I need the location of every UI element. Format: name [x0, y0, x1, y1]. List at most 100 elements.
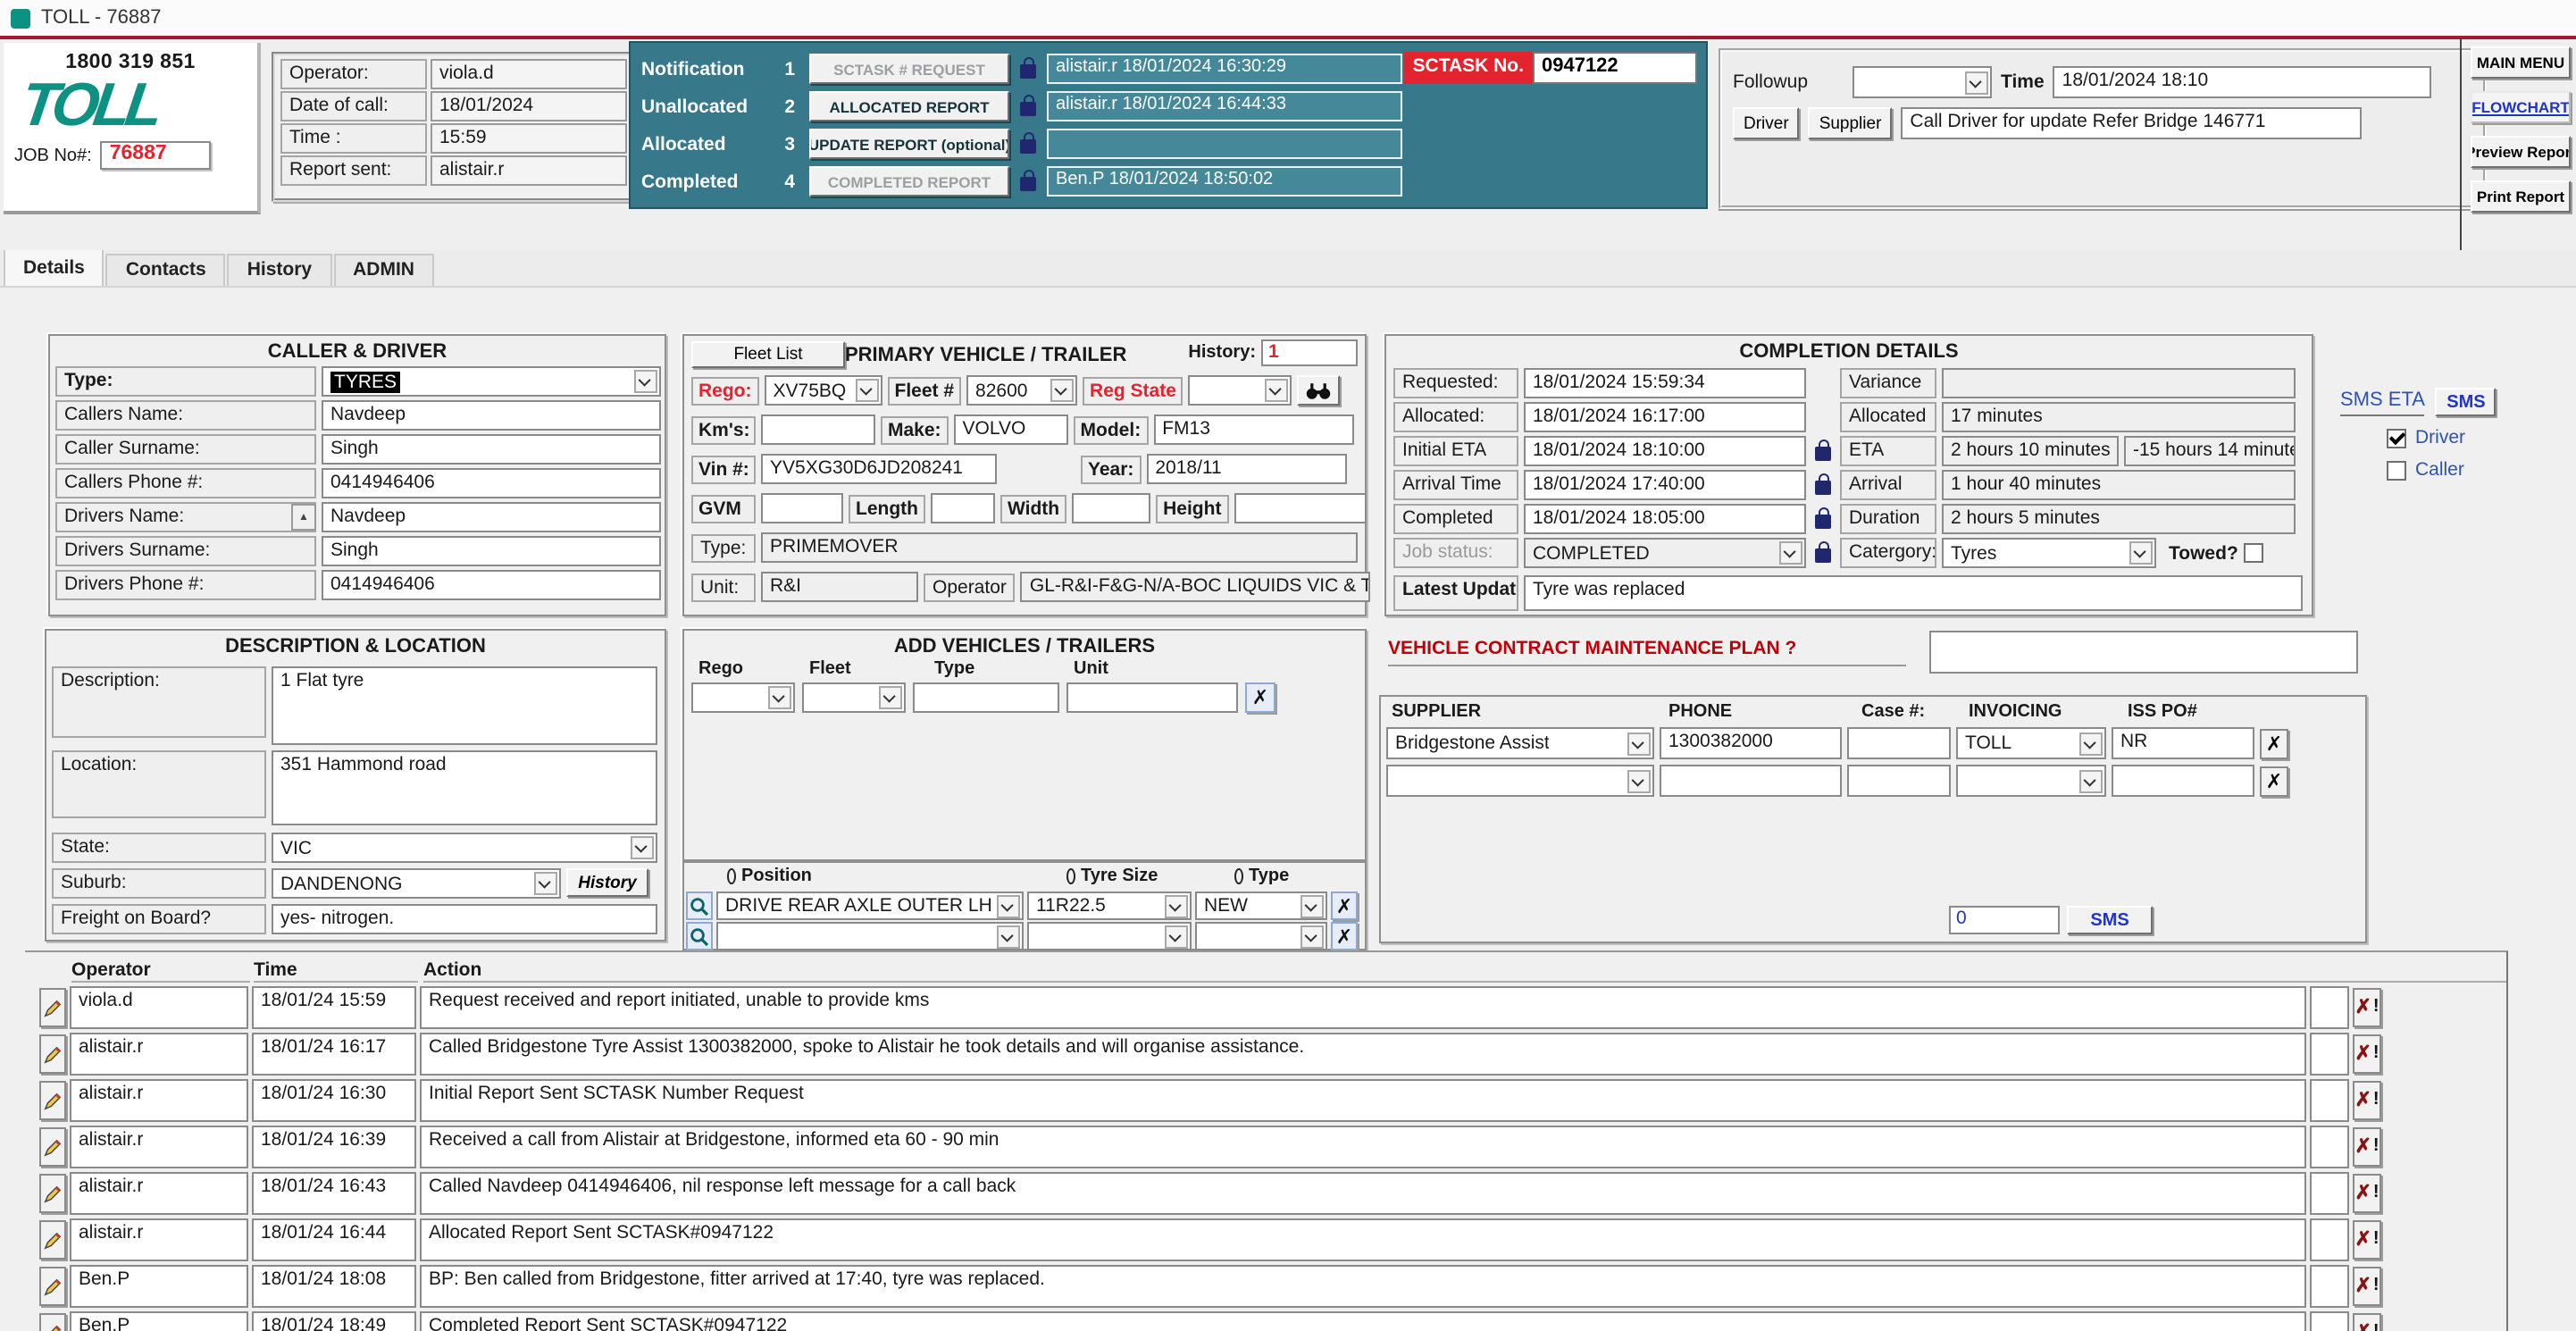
edit-row-button[interactable]: [39, 1220, 66, 1260]
supplier-phone-field[interactable]: [1660, 765, 1842, 797]
chevron-down-icon[interactable]: [1301, 894, 1324, 917]
chevron-down-icon[interactable]: [2079, 732, 2103, 755]
job-status-select[interactable]: COMPLETED: [1524, 538, 1806, 568]
chevron-down-icon[interactable]: [879, 686, 902, 709]
addv-delete-button[interactable]: ✗: [1245, 682, 1275, 713]
callers-phone-field[interactable]: 0414946406: [322, 468, 661, 498]
chevron-down-icon[interactable]: [856, 379, 879, 402]
delete-row-button[interactable]: ✗!: [2353, 988, 2381, 1027]
maintenance-plan-field[interactable]: [1929, 631, 2358, 674]
completed-field[interactable]: 18/01/2024 18:05:00: [1524, 504, 1806, 534]
followup-supplier-button[interactable]: Supplier: [1809, 107, 1893, 139]
iss-po-field[interactable]: NR: [2112, 727, 2254, 759]
category-select[interactable]: Tyres: [1942, 538, 2156, 568]
tyre-size-select[interactable]: 11R22.5: [1027, 892, 1192, 920]
addv-type-field[interactable]: [913, 682, 1059, 713]
length-field[interactable]: [931, 493, 995, 523]
allocated-field[interactable]: 18/01/2024 16:17:00: [1524, 402, 1806, 432]
sms-driver-checkbox[interactable]: [2387, 428, 2406, 448]
flowchart-link[interactable]: FLOWCHART: [2471, 91, 2571, 123]
invoicing-select[interactable]: [1956, 765, 2106, 797]
find-vehicle-button[interactable]: [1298, 375, 1341, 406]
followup-driver-button[interactable]: Driver: [1733, 107, 1800, 139]
update-report-button[interactable]: UPDATE REPORT (optional): [809, 129, 1009, 159]
sms-caller-checkbox[interactable]: [2387, 460, 2406, 480]
sms-count-field[interactable]: 0: [1949, 906, 2060, 934]
supplier-phone-field[interactable]: 1300382000: [1660, 727, 1842, 759]
supplier-sms-button[interactable]: SMS: [2067, 906, 2153, 934]
suburb-select[interactable]: DANDENONG: [272, 868, 561, 899]
edit-row-button[interactable]: [39, 1174, 66, 1213]
chevron-down-icon[interactable]: [631, 836, 654, 859]
tyre-delete-button[interactable]: ✗: [1331, 892, 1358, 920]
chevron-down-icon[interactable]: [2129, 541, 2153, 565]
arrival-time-field[interactable]: 18/01/2024 17:40:00: [1524, 470, 1806, 500]
edit-row-button[interactable]: [39, 1127, 66, 1167]
requested-field[interactable]: 18/01/2024 15:59:34: [1524, 368, 1806, 398]
addv-rego-select[interactable]: [691, 682, 795, 713]
chevron-down-icon[interactable]: [2079, 769, 2103, 792]
invoicing-select[interactable]: TOLL: [1956, 727, 2106, 759]
suburb-history-button[interactable]: History: [566, 868, 648, 897]
make-field[interactable]: VOLVO: [954, 414, 1068, 445]
callers-name-field[interactable]: Navdeep: [322, 400, 661, 431]
tyre-delete-button[interactable]: ✗: [1331, 922, 1358, 950]
followup-note-field[interactable]: Call Driver for update Refer Bridge 1467…: [1901, 107, 2362, 139]
kms-field[interactable]: [761, 414, 875, 445]
chevron-down-icon[interactable]: [1965, 71, 1988, 94]
chevron-down-icon[interactable]: [768, 686, 791, 709]
tab-details[interactable]: Details: [4, 248, 105, 286]
completed-report-button[interactable]: COMPLETED REPORT: [809, 166, 1009, 197]
type-select[interactable]: TYRES: [322, 366, 661, 397]
delete-row-button[interactable]: ✗!: [2353, 1313, 2381, 1331]
reg-state-select[interactable]: [1189, 375, 1292, 406]
chevron-down-icon[interactable]: [997, 894, 1020, 917]
job-number-field[interactable]: 76887: [101, 141, 212, 170]
drivers-name-field[interactable]: Navdeep: [322, 502, 661, 532]
main-menu-button[interactable]: MAIN MENU: [2471, 46, 2571, 79]
drivers-surname-field[interactable]: Singh: [322, 536, 661, 566]
drivers-phone-field[interactable]: 0414946406: [322, 570, 661, 600]
location-field[interactable]: 351 Hammond road: [272, 750, 657, 825]
edit-row-button[interactable]: [39, 1034, 66, 1074]
caller-surname-field[interactable]: Singh: [322, 434, 661, 465]
year-field[interactable]: 2018/11: [1146, 454, 1346, 484]
sctask-number-field[interactable]: 0947122: [1533, 52, 1697, 84]
model-field[interactable]: FM13: [1153, 414, 1353, 445]
latest-update-field[interactable]: Tyre was replaced: [1524, 575, 2303, 611]
chevron-down-icon[interactable]: [1050, 379, 1074, 402]
sctask-request-button[interactable]: SCTASK # REQUEST: [809, 54, 1009, 84]
tab-admin[interactable]: ADMIN: [333, 254, 434, 286]
preview-report-button[interactable]: Preview Report: [2471, 136, 2571, 168]
fleet-list-button[interactable]: Fleet List: [691, 341, 845, 368]
chevron-down-icon[interactable]: [997, 925, 1020, 948]
delete-row-button[interactable]: ✗!: [2353, 1220, 2381, 1260]
tyre-search-button[interactable]: [686, 922, 713, 950]
description-field[interactable]: 1 Flat tyre: [272, 666, 657, 745]
supplier-select[interactable]: Bridgestone Assist: [1386, 727, 1654, 759]
sms-button[interactable]: SMS: [2436, 388, 2497, 416]
supplier-case-field[interactable]: [1847, 727, 1951, 759]
tyre-position-select[interactable]: [716, 922, 1024, 950]
addv-unit-field[interactable]: [1066, 682, 1238, 713]
height-field[interactable]: [1234, 493, 1366, 523]
chevron-down-icon[interactable]: [1165, 925, 1188, 948]
tyre-type-select[interactable]: [1195, 922, 1327, 950]
state-select[interactable]: VIC: [272, 833, 657, 863]
supplier-delete-button[interactable]: ✗: [2260, 766, 2288, 796]
chevron-down-icon[interactable]: [1266, 379, 1289, 402]
gvm-field[interactable]: [761, 493, 843, 523]
chevron-down-icon[interactable]: [534, 872, 557, 895]
delete-row-button[interactable]: ✗!: [2353, 1127, 2381, 1167]
edit-row-button[interactable]: [39, 988, 66, 1027]
edit-row-button[interactable]: [39, 1313, 66, 1331]
delete-row-button[interactable]: ✗!: [2353, 1174, 2381, 1213]
edit-row-button[interactable]: [39, 1081, 66, 1120]
chevron-down-icon[interactable]: [1165, 894, 1188, 917]
spin-up-icon[interactable]: ▲: [291, 504, 316, 531]
chevron-down-icon[interactable]: [1627, 732, 1651, 755]
width-field[interactable]: [1072, 493, 1150, 523]
chevron-down-icon[interactable]: [634, 370, 657, 393]
followup-time-field[interactable]: 18/01/2024 18:10: [2053, 66, 2432, 98]
tyre-size-select[interactable]: [1027, 922, 1192, 950]
